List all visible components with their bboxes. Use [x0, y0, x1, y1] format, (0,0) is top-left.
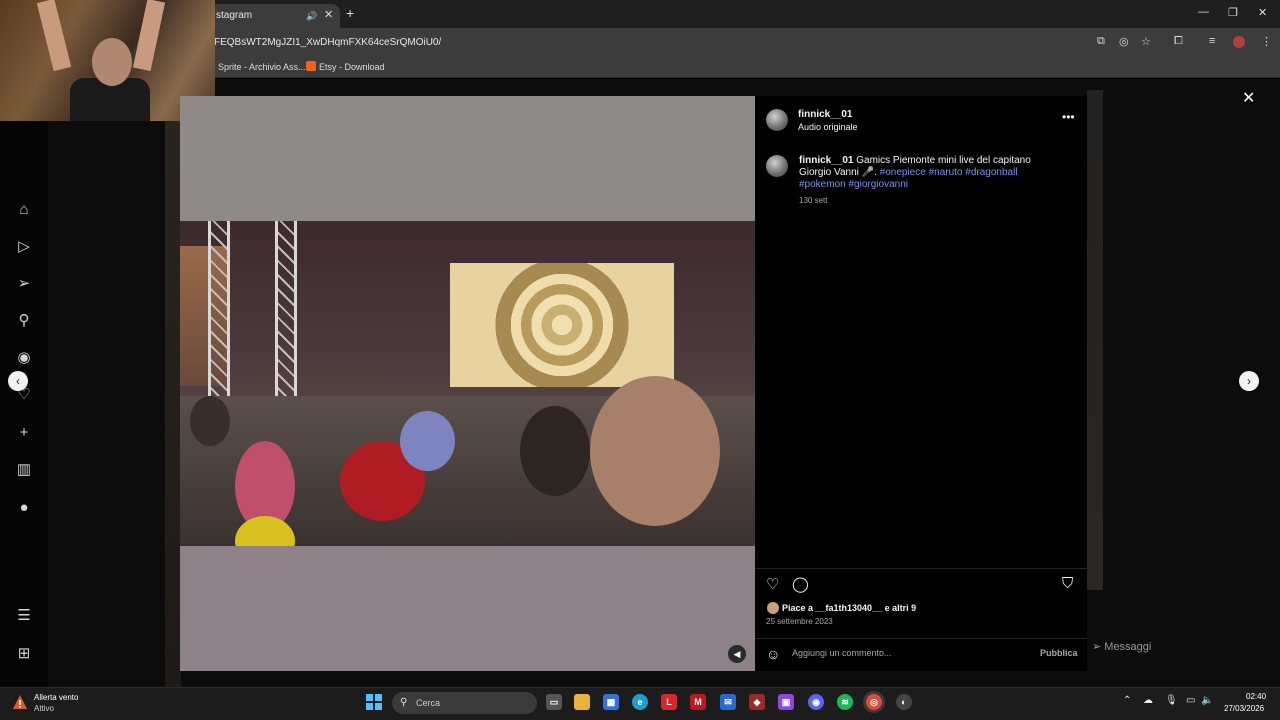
apps-icon[interactable]: ⊞ [13, 643, 35, 665]
messages-icon: ➢ [1092, 641, 1105, 653]
clock-time[interactable]: 02:40 [1246, 692, 1266, 701]
taskbar-search[interactable]: ⚲ Cerca [392, 692, 537, 714]
search-icon[interactable]: ⚲ [13, 310, 35, 332]
chrome-icon[interactable]: ◎ [866, 694, 882, 710]
extensions-icon[interactable]: ⧠ [1174, 35, 1183, 48]
onedrive-icon[interactable]: ☁ [1143, 695, 1153, 706]
liker-avatar [767, 602, 779, 614]
bookmark-etsy[interactable]: Etsy - Download [306, 61, 385, 72]
discord-icon[interactable]: ◉ [808, 694, 824, 710]
caption-time-ago: 130 sett [799, 196, 828, 205]
like-heart-icon[interactable]: ♡ [766, 575, 779, 593]
hashtag[interactable]: #dragonball [965, 167, 1017, 178]
maximize-icon[interactable]: ❐ [1228, 6, 1238, 19]
store-icon[interactable]: ▦ [603, 694, 619, 710]
new-tab-button[interactable]: + [346, 5, 354, 21]
weather-title[interactable]: Allerta vento [34, 693, 78, 702]
mail-icon[interactable]: ✉ [720, 694, 736, 710]
window-close-icon[interactable]: ✕ [1258, 6, 1267, 19]
messages-button[interactable]: ➢ Messaggi [1092, 640, 1262, 658]
messages-label: Messaggi [1104, 641, 1152, 653]
bookmark-sprite[interactable]: Sprite - Archivio Ass... [205, 61, 306, 72]
post-video[interactable] [180, 96, 755, 671]
minimize-icon[interactable]: — [1198, 6, 1209, 18]
start-button[interactable] [366, 694, 382, 710]
clock-date[interactable]: 27/03/2026 [1224, 704, 1264, 713]
audio-label[interactable]: Audio originale [798, 122, 858, 132]
profile-avatar[interactable] [1233, 36, 1245, 48]
close-tab-icon[interactable]: ✕ [324, 5, 333, 25]
obs-icon[interactable]: ◐ [896, 694, 912, 710]
caption-avatar[interactable] [766, 155, 788, 177]
more-menu-icon[interactable]: ☰ [13, 605, 35, 627]
reels-icon[interactable]: ▷ [13, 236, 35, 258]
tray-chevron-icon[interactable]: ⌃ [1123, 695, 1131, 706]
edge-icon[interactable]: e [632, 694, 648, 710]
microphone-icon[interactable]: 🎙 [1165, 695, 1178, 706]
bookmark-star-icon[interactable]: ☆ [1141, 35, 1151, 48]
emoji-icon[interactable]: ☺ [766, 646, 780, 662]
divider [755, 638, 1087, 639]
file-explorer-icon[interactable] [574, 694, 590, 710]
post-date: 25 settembre 2023 [766, 617, 833, 626]
likes-summary[interactable]: Piace a __fa1th13040__ e altri 9 [782, 603, 916, 613]
comment-input[interactable] [792, 648, 1022, 658]
hashtag[interactable]: #pokemon [799, 179, 846, 190]
twitch-icon[interactable]: ▣ [778, 694, 794, 710]
hashtag[interactable]: #onepiece [880, 167, 926, 178]
create-icon[interactable]: + [13, 422, 35, 444]
dashboard-icon[interactable]: ▥ [13, 459, 35, 481]
browser-tab[interactable]: stagram 🔊 ✕ [210, 4, 340, 28]
profile-icon[interactable]: ● [13, 497, 35, 519]
divider [755, 568, 1087, 569]
search-icon: ⚲ [400, 697, 408, 708]
previous-post-icon[interactable]: ‹ [8, 371, 28, 391]
tab-title: stagram [216, 10, 253, 21]
hashtag[interactable]: #giorgiovanni [848, 179, 908, 190]
save-bookmark-icon[interactable]: ⛉ [1062, 575, 1073, 592]
volume-tray-icon[interactable]: 🔈 [1201, 695, 1213, 706]
background-post-right [1087, 90, 1103, 590]
close-modal-icon[interactable]: ✕ [1242, 88, 1255, 108]
more-options-icon[interactable]: ••• [1062, 110, 1075, 124]
hashtag[interactable]: #naruto [929, 167, 963, 178]
direct-icon[interactable]: ➢ [13, 273, 35, 295]
spotify-icon[interactable]: ≋ [837, 694, 853, 710]
home-icon[interactable]: ⌂ [13, 199, 35, 221]
comment-icon[interactable]: ◯ [792, 575, 809, 593]
explore-icon[interactable]: ◉ [13, 347, 35, 369]
task-view-icon[interactable]: ▭ [546, 694, 562, 710]
install-app-icon[interactable]: ⧉ [1097, 35, 1105, 48]
app-l-icon[interactable]: L [661, 694, 677, 710]
next-post-icon[interactable]: › [1239, 371, 1259, 391]
author-username[interactable]: finnick__01 [798, 109, 852, 120]
shield-app-icon[interactable]: M [690, 694, 706, 710]
browser-menu-icon[interactable]: ⋮ [1261, 35, 1272, 48]
author-avatar[interactable] [766, 109, 788, 131]
bookmark-label: Sprite - Archivio Ass... [218, 62, 306, 72]
search-label: Cerca [416, 698, 441, 708]
publish-button[interactable]: Pubblica [1040, 648, 1078, 658]
bookmark-label: Etsy - Download [319, 62, 385, 72]
volume-icon[interactable]: ◀ [728, 645, 746, 663]
game-app-icon[interactable]: ◆ [749, 694, 765, 710]
url-field[interactable]: FEQBsWT2MgJZI1_XwDHqmFXK64ceSrQMOiU0/ [214, 37, 441, 48]
network-icon[interactable]: ▭ [1186, 695, 1195, 706]
warning-icon[interactable] [12, 694, 28, 710]
media-control-icon[interactable]: ≡ [1209, 35, 1215, 47]
background-post-left [165, 79, 181, 687]
weather-status: Attivo [34, 704, 55, 713]
etsy-icon [306, 61, 316, 71]
speaker-icon[interactable]: 🔊 [306, 6, 317, 26]
caption-username[interactable]: finnick__01 [799, 155, 853, 166]
post-caption: finnick__01 Gamics Piemonte mini live de… [799, 155, 1059, 191]
eye-off-icon[interactable]: ◎ [1119, 35, 1129, 48]
